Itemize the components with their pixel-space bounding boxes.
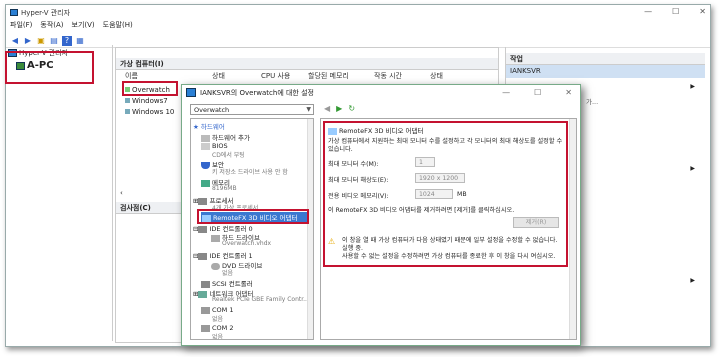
main-titlebar: Hyper-V 관리자 bbox=[6, 5, 710, 20]
hw-bios[interactable]: BIOS bbox=[201, 142, 228, 150]
dialog-window-controls: — ☐ ✕ bbox=[502, 88, 572, 97]
vm-section-header: 가상 컴퓨터(I) bbox=[116, 58, 498, 70]
col-state[interactable]: 상태 bbox=[212, 71, 225, 81]
minimize-button[interactable]: — bbox=[644, 7, 652, 16]
vm-column-headers: 이름 상태 CPU 사용 할당된 메모리 작동 시간 상태 bbox=[116, 71, 498, 81]
hw-com1-sub: 없음 bbox=[212, 316, 224, 323]
tree-server-item[interactable]: A-PC bbox=[16, 60, 54, 71]
menu-bar: 파일(F) 동작(A) 보기(V) 도움말(H) bbox=[6, 20, 133, 32]
hw-processor-sub: 4개 가상 프로세서 bbox=[212, 205, 259, 212]
next-icon[interactable]: ▶ bbox=[336, 104, 342, 113]
max-resolution-label: 최대 모니터 해상도(E): bbox=[328, 177, 389, 184]
prev-icon[interactable]: ◀ bbox=[324, 104, 330, 113]
remove-button[interactable]: 제거(R) bbox=[513, 217, 559, 228]
hw-remotefx[interactable]: RemoteFX 3D 비디오 어댑터 bbox=[201, 212, 313, 222]
hyperv-icon bbox=[10, 9, 18, 16]
col-name[interactable]: 이름 bbox=[125, 71, 138, 81]
hw-com1[interactable]: COM 1 bbox=[201, 306, 233, 314]
hardware-header[interactable]: ★ 하드웨어 bbox=[193, 121, 225, 131]
hw-com2[interactable]: COM 2 bbox=[201, 324, 233, 332]
refresh-icon[interactable]: ↻ bbox=[348, 104, 355, 113]
panel-description: 가상 컴퓨터에서 지원하는 최대 모니터 수를 설정하고 각 모니터의 최대 해… bbox=[328, 138, 563, 153]
tree-root-label: Hyper-V 관리자 bbox=[19, 49, 69, 57]
settings-scrollbar[interactable] bbox=[569, 119, 576, 339]
dialog-nav-controls: ◀ ▶ ↻ bbox=[324, 104, 355, 113]
navigation-tree: Hyper-V 관리자 A-PC bbox=[5, 45, 113, 341]
help-icon[interactable]: ? bbox=[62, 35, 72, 46]
console-icon[interactable]: ▤ bbox=[49, 36, 59, 46]
main-title: Hyper-V 관리자 bbox=[21, 8, 71, 17]
main-window-controls: — ☐ ✕ bbox=[644, 7, 706, 16]
menu-file[interactable]: 파일(F) bbox=[10, 20, 32, 32]
dialog-close-button[interactable]: ✕ bbox=[565, 88, 572, 97]
hw-add-hardware[interactable]: 하드웨어 추가 bbox=[201, 132, 250, 142]
vm-row-windows10[interactable]: Windows 10 bbox=[125, 108, 174, 116]
back-icon[interactable]: ◀ bbox=[10, 36, 20, 46]
dialog-minimize-button[interactable]: — bbox=[502, 88, 510, 97]
max-monitors-select[interactable]: 1 bbox=[415, 157, 435, 167]
col-status[interactable]: 상태 bbox=[430, 71, 443, 81]
actions-header: 작업 bbox=[506, 53, 705, 65]
hw-dvd[interactable]: DVD 드라이브 bbox=[211, 260, 262, 270]
col-memory[interactable]: 할당된 메모리 bbox=[308, 71, 349, 81]
tree-server-label: A-PC bbox=[27, 60, 54, 71]
menu-action[interactable]: 동작(A) bbox=[40, 20, 63, 32]
hardware-tree: ★ 하드웨어 하드웨어 추가 BIOS CD에서 부팅 보안 키 저장소 드라이… bbox=[190, 118, 314, 340]
hw-scsi[interactable]: SCSI 컨트롤러 bbox=[201, 278, 253, 288]
forward-icon[interactable]: ▶ bbox=[23, 36, 33, 46]
hw-com2-sub: 없음 bbox=[212, 334, 224, 340]
hw-dvd-sub: 없음 bbox=[222, 270, 234, 277]
actions-expand-icon[interactable]: ▶ bbox=[690, 83, 695, 90]
max-monitors-label: 최대 모니터 수(M): bbox=[328, 161, 379, 168]
properties-icon[interactable]: ▦ bbox=[75, 36, 85, 46]
vm-row-overwatch[interactable]: Overwatch bbox=[125, 86, 170, 94]
warning-icon: ⚠ bbox=[328, 237, 336, 246]
vram-select[interactable]: 1024 bbox=[415, 189, 453, 199]
hw-bios-sub: CD에서 부팅 bbox=[212, 152, 245, 159]
vram-unit: MB bbox=[457, 191, 467, 198]
menu-help[interactable]: 도움말(H) bbox=[103, 20, 133, 32]
max-resolution-select[interactable]: 1920 x 1200 bbox=[415, 173, 465, 183]
hw-hard-drive-sub: Overwatch.vhdx bbox=[222, 240, 272, 247]
panel-heading: RemoteFX 3D 비디오 어댑터 bbox=[328, 125, 424, 135]
col-cpu[interactable]: CPU 사용 bbox=[261, 71, 290, 81]
col-uptime[interactable]: 작동 시간 bbox=[374, 71, 402, 81]
hw-memory-sub: 8196MB bbox=[212, 185, 237, 192]
tree-root-item[interactable]: Hyper-V 관리자 bbox=[8, 48, 68, 58]
hyperv-icon bbox=[8, 49, 17, 57]
actions-expand-icon[interactable]: ▶ bbox=[690, 277, 695, 284]
warning-text: 이 창을 열 때 가상 컴퓨터가 다음 상태였기 때문에 일부 설정을 수정할 … bbox=[342, 237, 558, 260]
vram-label: 전용 비디오 메모리(V): bbox=[328, 193, 389, 200]
settings-panel: RemoteFX 3D 비디오 어댑터 가상 컴퓨터에서 지원하는 최대 모니터… bbox=[320, 118, 577, 340]
up-folder-icon[interactable]: ▣ bbox=[36, 36, 46, 46]
scroll-left-icon[interactable]: ‹ bbox=[120, 189, 123, 197]
hw-security-sub: 키 저장소 드라이브 사용 안 함 bbox=[212, 169, 288, 176]
settings-icon bbox=[186, 88, 196, 97]
server-icon bbox=[16, 61, 25, 70]
actions-server-row[interactable]: IANKSVR bbox=[506, 65, 705, 78]
action-fragment[interactable]: 가... bbox=[586, 96, 598, 106]
vm-select-dropdown[interactable]: Overwatch ▼ bbox=[190, 104, 314, 115]
close-button[interactable]: ✕ bbox=[699, 7, 706, 16]
remove-instruction: 이 RemoteFX 3D 비디오 어댑터를 제거하려면 [제거]를 클릭하십시… bbox=[328, 207, 515, 214]
hardware-scrollbar[interactable] bbox=[307, 119, 313, 339]
hw-ide1[interactable]: ⊟ IDE 컨트롤러 1 bbox=[193, 250, 253, 260]
hw-network-sub: Realtek PCIe GBE Family Contr... bbox=[212, 296, 309, 303]
vm-row-windows7[interactable]: Windows7 bbox=[125, 97, 168, 105]
maximize-button[interactable]: ☐ bbox=[672, 7, 679, 16]
chevron-down-icon: ▼ bbox=[306, 106, 311, 113]
menu-view[interactable]: 보기(V) bbox=[72, 20, 95, 32]
dialog-maximize-button[interactable]: ☐ bbox=[534, 88, 541, 97]
actions-expand-icon[interactable]: ▶ bbox=[690, 165, 695, 172]
